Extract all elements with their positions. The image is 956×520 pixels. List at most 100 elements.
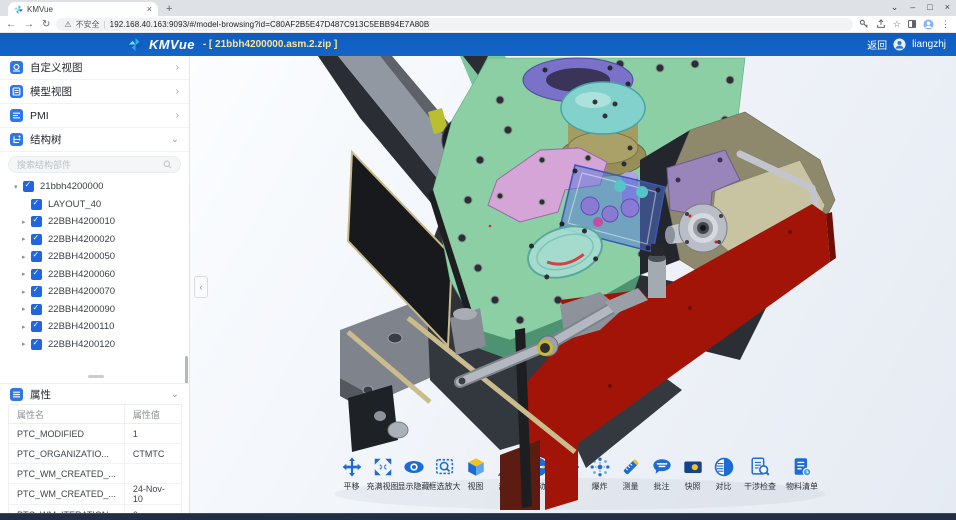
address-input[interactable]: ⚠ 不安全 | 192.168.40.163:9093/#/model-brow… [56,18,853,31]
tree-checkbox[interactable] [31,321,42,332]
window-menu-icon[interactable]: ⌄ [891,1,899,14]
sidebar-collapse-button[interactable]: ‹ [194,276,208,298]
tree-node[interactable]: ▾21bbh4200000 [0,178,189,196]
model-lever-arm [459,288,649,385]
view-cube-icon [465,456,487,478]
tree-expand-icon[interactable]: ▸ [22,340,31,348]
compare-button[interactable]: 对比 [708,456,739,492]
box-zoom-button[interactable]: 框选放大 [429,456,460,492]
annotate-button[interactable]: 批注 [646,456,677,492]
prop-name: PTC_ORGANIZATIO... [9,444,125,464]
window-maximize-button[interactable]: □ [927,1,932,14]
tree-expand-icon[interactable]: ▸ [22,270,31,278]
pan-button[interactable]: 平移 [336,456,367,492]
user-avatar-icon[interactable] [893,38,906,51]
tree-checkbox[interactable] [31,269,42,280]
tree-checkbox[interactable] [31,286,42,297]
section-label: PMI [30,110,176,122]
explode-button[interactable]: 爆炸 [584,456,615,492]
tree-node-label: 22BBH4200060 [48,269,115,280]
settings-button[interactable]: 设置 [553,456,584,492]
key-icon[interactable] [859,19,869,29]
drag-button[interactable]: 拖动 [522,456,553,492]
tree-checkbox[interactable] [31,216,42,227]
tree-checkbox[interactable] [31,199,42,210]
structure-search-input[interactable] [17,160,163,170]
model-dark-housing [420,255,682,468]
sidebar-section-custom-views[interactable]: 自定义视图 › [0,56,189,80]
browser-tab[interactable]: KMVue × [8,2,158,16]
tab-close-icon[interactable]: × [147,4,152,14]
horizontal-scrollbar-thumb[interactable] [88,375,104,378]
prop-value: 24-Nov-10 [124,484,181,505]
windows-taskbar-edge[interactable] [0,513,956,520]
reload-icon[interactable]: ↻ [42,19,50,30]
forward-nav-icon[interactable]: → [24,19,34,30]
model-tan-cylinder [560,118,646,176]
tree-expand-icon[interactable]: ▸ [22,305,31,313]
tree-node[interactable]: ▸22BBH4200070 [0,283,189,301]
drag-icon [527,456,549,478]
fit-view-button[interactable]: 充满视图 [367,456,398,492]
bom-button[interactable]: 物料清单 [781,456,823,492]
model-olive-housing [665,112,835,300]
toolbar-label: 视图 [468,481,484,492]
tree-node[interactable]: ▸22BBH4200120 [0,336,189,354]
model-teal-dome [561,82,645,134]
tab-strip: KMVue × + ⌄ – □ × [0,0,956,16]
browser-menu-icon[interactable]: ⋮ [941,19,950,30]
tree-checkbox[interactable] [31,304,42,315]
tree-node-label: 22BBH4200010 [48,216,115,227]
measure-icon [620,456,642,478]
tree-node[interactable]: ▸ 22BBH4200110 [0,318,189,336]
view-button[interactable]: 视图 [460,456,491,492]
app-header: KMVue - [ 21bbh4200000.asm.2.zip ] 返回 li… [0,33,956,56]
toolbar-label: 剖切 [499,481,515,492]
model-viewport[interactable]: 平移 充满视图 显示隐藏 框选放大 视图 [190,56,956,520]
show-hide-button[interactable]: 显示隐藏 [398,456,429,492]
window-minimize-button[interactable]: – [910,1,915,14]
new-tab-button[interactable]: + [166,3,172,15]
back-nav-icon[interactable]: ← [6,19,16,30]
tree-expand-icon[interactable]: ▸ [22,235,31,243]
tree-node[interactable]: ▸22BBH4200050 [0,248,189,266]
window-close-button[interactable]: × [945,1,950,14]
profile-avatar-icon[interactable] [923,19,934,30]
section-button[interactable]: 剖切 [491,456,522,492]
open-file-label: - [ 21bbh4200000.asm.2.zip ] [203,39,338,50]
sidebar-section-model-views[interactable]: 模型视图 › [0,80,189,104]
tree-expand-icon[interactable]: ▸ [22,218,31,226]
tree-node[interactable]: ▸ 22BBH4200060 [0,266,189,284]
section-icon [496,456,518,478]
model-dark-side-face [640,130,690,275]
toolbar-label: 充满视图 [367,481,399,492]
sidebar-section-structure-tree[interactable]: 结构树 ⌄ [0,128,189,152]
tree-expand-icon[interactable]: ▸ [22,253,31,261]
toolbar-label: 框选放大 [429,481,461,492]
tree-node[interactable]: ▸ 22BBH4200010 [0,213,189,231]
tree-expand-icon[interactable]: ▸ [22,288,31,296]
tree-expand-icon[interactable]: ▾ [14,183,23,191]
snapshot-button[interactable]: 快照 [677,456,708,492]
measure-button[interactable]: 测量 [615,456,646,492]
tree-node[interactable]: ▸22BBH4200020 [0,231,189,249]
tree-node[interactable]: ▸22BBH4200090 [0,301,189,319]
sidebar-section-pmi[interactable]: PMI › [0,104,189,128]
properties-header[interactable]: 属性 ⌄ [0,384,189,404]
bookmark-star-icon[interactable]: ☆ [893,19,901,30]
tree-expand-icon[interactable]: ▸ [22,323,31,331]
return-button[interactable]: 返回 [867,37,887,52]
kmvue-logo-icon [128,37,143,52]
tree-checkbox[interactable] [31,339,42,350]
tree-checkbox[interactable] [23,181,34,192]
interference-check-button[interactable]: 干涉检查 [739,456,781,492]
tree-checkbox[interactable] [31,234,42,245]
side-panel-icon[interactable] [908,20,916,28]
tree-checkbox[interactable] [31,251,42,262]
tree-node-label: 22BBH4200110 [48,321,114,332]
tree-node[interactable]: LAYOUT_40 [0,196,189,214]
not-secure-label: 不安全 [76,19,100,30]
share-icon[interactable] [876,19,886,29]
table-row: PTC_MODIFIED1 [9,424,182,444]
structure-tree: ▾21bbh4200000 LAYOUT_40 ▸22BBH4200010 ▸2… [0,175,189,353]
